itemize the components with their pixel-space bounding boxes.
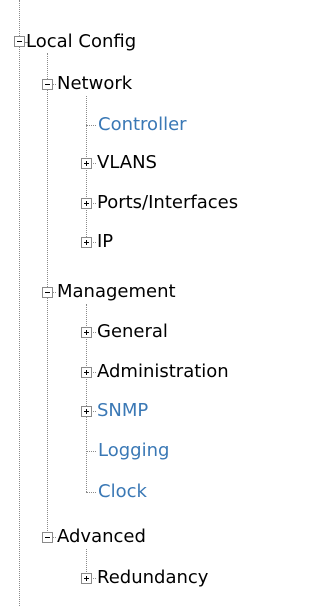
management-collapse-icon[interactable] [42, 287, 53, 298]
tree-node-management[interactable]: Management [57, 281, 176, 303]
tree-node-ip[interactable]: IP [97, 231, 113, 253]
ip-expand-icon[interactable] [81, 237, 92, 248]
tree-node-redundancy[interactable]: Redundancy [97, 567, 208, 589]
tree-node-network[interactable]: Network [57, 73, 132, 95]
tree-connector-line [19, 47, 20, 606]
tree-connector-line [19, 0, 20, 36]
tree-node-local-config[interactable]: Local Config [26, 31, 136, 53]
navigation-tree: Local Config Network Controller VLANS Po… [0, 0, 260, 606]
tree-node-vlans[interactable]: VLANS [97, 152, 157, 174]
advanced-collapse-icon[interactable] [42, 532, 53, 543]
local-config-collapse-icon[interactable] [14, 36, 25, 47]
ports-interfaces-expand-icon[interactable] [81, 198, 92, 209]
administration-expand-icon[interactable] [81, 367, 92, 378]
snmp-expand-icon[interactable] [81, 406, 92, 417]
tree-node-controller[interactable]: Controller [98, 114, 187, 136]
tree-node-snmp[interactable]: SNMP [97, 400, 148, 422]
tree-node-clock[interactable]: Clock [98, 481, 147, 503]
redundancy-expand-icon[interactable] [81, 573, 92, 584]
tree-connector-line [86, 125, 96, 126]
network-collapse-icon[interactable] [42, 79, 53, 90]
tree-connector-line [86, 492, 96, 493]
tree-node-advanced[interactable]: Advanced [57, 526, 146, 548]
vlans-expand-icon[interactable] [81, 158, 92, 169]
general-expand-icon[interactable] [81, 327, 92, 338]
tree-connector-line [86, 451, 96, 452]
tree-node-logging[interactable]: Logging [98, 440, 169, 462]
tree-node-general[interactable]: General [97, 321, 168, 343]
tree-node-ports-interfaces[interactable]: Ports/Interfaces [97, 192, 238, 214]
tree-node-administration[interactable]: Administration [97, 361, 229, 383]
